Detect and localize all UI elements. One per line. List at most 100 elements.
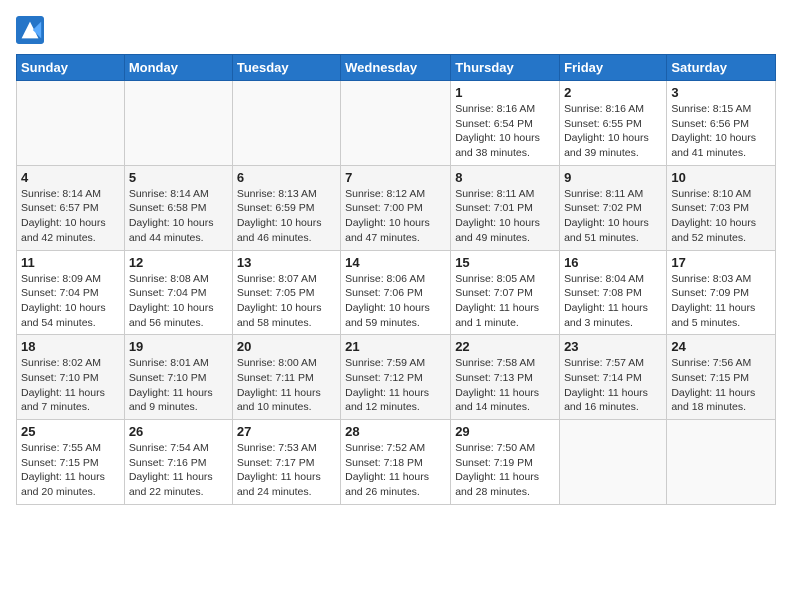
calendar-cell: 25 Sunrise: 7:55 AMSunset: 7:15 PMDayligh…: [17, 420, 125, 505]
day-number: 26: [129, 424, 228, 439]
day-number: 16: [564, 255, 662, 270]
calendar-cell: 28 Sunrise: 7:52 AMSunset: 7:18 PMDayligh…: [341, 420, 451, 505]
day-info: Sunrise: 8:13 AMSunset: 6:59 PMDaylight:…: [237, 187, 336, 246]
calendar-cell: 8 Sunrise: 8:11 AMSunset: 7:01 PMDaylight…: [451, 165, 560, 250]
calendar-cell: [667, 420, 776, 505]
day-number: 21: [345, 339, 446, 354]
calendar-cell: 5 Sunrise: 8:14 AMSunset: 6:58 PMDaylight…: [124, 165, 232, 250]
weekday-header-thursday: Thursday: [451, 55, 560, 81]
day-info: Sunrise: 7:59 AMSunset: 7:12 PMDaylight:…: [345, 356, 446, 415]
day-info: Sunrise: 8:10 AMSunset: 7:03 PMDaylight:…: [671, 187, 771, 246]
day-number: 25: [21, 424, 120, 439]
calendar-cell: 6 Sunrise: 8:13 AMSunset: 6:59 PMDaylight…: [232, 165, 340, 250]
day-info: Sunrise: 8:09 AMSunset: 7:04 PMDaylight:…: [21, 272, 120, 331]
calendar-cell: 19Sunrise: 8:01 AMSunset: 7:10 PMDayligh…: [124, 335, 232, 420]
calendar-cell: 27 Sunrise: 7:53 AMSunset: 7:17 PMDayligh…: [232, 420, 340, 505]
calendar-cell: 24 Sunrise: 7:56 AMSunset: 7:15 PMDayligh…: [667, 335, 776, 420]
calendar-cell: 10Sunrise: 8:10 AMSunset: 7:03 PMDayligh…: [667, 165, 776, 250]
calendar-cell: [124, 81, 232, 166]
day-number: 11: [21, 255, 120, 270]
calendar-cell: 22 Sunrise: 7:58 AMSunset: 7:13 PMDayligh…: [451, 335, 560, 420]
day-info: Sunrise: 8:11 AMSunset: 7:01 PMDaylight:…: [455, 187, 555, 246]
day-info: Sunrise: 7:50 AMSunset: 7:19 PMDaylight:…: [455, 441, 555, 500]
day-info: Sunrise: 8:14 AMSunset: 6:57 PMDaylight:…: [21, 187, 120, 246]
day-number: 3: [671, 85, 771, 100]
day-number: 9: [564, 170, 662, 185]
day-info: Sunrise: 7:57 AMSunset: 7:14 PMDaylight:…: [564, 356, 662, 415]
calendar-week-row: 4 Sunrise: 8:14 AMSunset: 6:57 PMDaylight…: [17, 165, 776, 250]
day-number: 29: [455, 424, 555, 439]
calendar-week-row: 1 Sunrise: 8:16 AMSunset: 6:54 PMDaylight…: [17, 81, 776, 166]
day-number: 17: [671, 255, 771, 270]
day-info: Sunrise: 7:53 AMSunset: 7:17 PMDaylight:…: [237, 441, 336, 500]
day-info: Sunrise: 8:07 AMSunset: 7:05 PMDaylight:…: [237, 272, 336, 331]
day-number: 14: [345, 255, 446, 270]
day-number: 5: [129, 170, 228, 185]
calendar-cell: [17, 81, 125, 166]
day-info: Sunrise: 8:03 AMSunset: 7:09 PMDaylight:…: [671, 272, 771, 331]
day-info: Sunrise: 8:16 AMSunset: 6:55 PMDaylight:…: [564, 102, 662, 161]
day-number: 20: [237, 339, 336, 354]
calendar-week-row: 11 Sunrise: 8:09 AMSunset: 7:04 PMDayligh…: [17, 250, 776, 335]
weekday-header-friday: Friday: [560, 55, 667, 81]
calendar-table: SundayMondayTuesdayWednesdayThursdayFrid…: [16, 54, 776, 505]
calendar-cell: 26 Sunrise: 7:54 AMSunset: 7:16 PMDayligh…: [124, 420, 232, 505]
calendar-cell: 16 Sunrise: 8:04 AMSunset: 7:08 PMDayligh…: [560, 250, 667, 335]
day-number: 4: [21, 170, 120, 185]
weekday-header-saturday: Saturday: [667, 55, 776, 81]
day-info: Sunrise: 8:02 AMSunset: 7:10 PMDaylight:…: [21, 356, 120, 415]
day-number: 13: [237, 255, 336, 270]
logo-icon: [16, 16, 44, 44]
day-info: Sunrise: 8:08 AMSunset: 7:04 PMDaylight:…: [129, 272, 228, 331]
day-number: 8: [455, 170, 555, 185]
weekday-header-tuesday: Tuesday: [232, 55, 340, 81]
day-number: 6: [237, 170, 336, 185]
calendar-cell: [560, 420, 667, 505]
day-info: Sunrise: 8:04 AMSunset: 7:08 PMDaylight:…: [564, 272, 662, 331]
day-info: Sunrise: 7:56 AMSunset: 7:15 PMDaylight:…: [671, 356, 771, 415]
calendar-cell: 14 Sunrise: 8:06 AMSunset: 7:06 PMDayligh…: [341, 250, 451, 335]
day-number: 19: [129, 339, 228, 354]
day-number: 22: [455, 339, 555, 354]
calendar-week-row: 25 Sunrise: 7:55 AMSunset: 7:15 PMDayligh…: [17, 420, 776, 505]
day-number: 15: [455, 255, 555, 270]
day-number: 2: [564, 85, 662, 100]
weekday-header-wednesday: Wednesday: [341, 55, 451, 81]
day-info: Sunrise: 7:54 AMSunset: 7:16 PMDaylight:…: [129, 441, 228, 500]
calendar-cell: 21 Sunrise: 7:59 AMSunset: 7:12 PMDayligh…: [341, 335, 451, 420]
day-number: 23: [564, 339, 662, 354]
day-number: 24: [671, 339, 771, 354]
day-number: 12: [129, 255, 228, 270]
weekday-header-sunday: Sunday: [17, 55, 125, 81]
calendar-cell: 3 Sunrise: 8:15 AMSunset: 6:56 PMDaylight…: [667, 81, 776, 166]
day-info: Sunrise: 7:55 AMSunset: 7:15 PMDaylight:…: [21, 441, 120, 500]
day-info: Sunrise: 8:16 AMSunset: 6:54 PMDaylight:…: [455, 102, 555, 161]
calendar-cell: 17 Sunrise: 8:03 AMSunset: 7:09 PMDayligh…: [667, 250, 776, 335]
calendar-cell: 23 Sunrise: 7:57 AMSunset: 7:14 PMDayligh…: [560, 335, 667, 420]
day-info: Sunrise: 8:00 AMSunset: 7:11 PMDaylight:…: [237, 356, 336, 415]
day-info: Sunrise: 8:06 AMSunset: 7:06 PMDaylight:…: [345, 272, 446, 331]
weekday-header-monday: Monday: [124, 55, 232, 81]
day-info: Sunrise: 8:15 AMSunset: 6:56 PMDaylight:…: [671, 102, 771, 161]
day-info: Sunrise: 7:58 AMSunset: 7:13 PMDaylight:…: [455, 356, 555, 415]
day-number: 18: [21, 339, 120, 354]
page-header: [16, 16, 776, 44]
calendar-cell: 15Sunrise: 8:05 AMSunset: 7:07 PMDayligh…: [451, 250, 560, 335]
calendar-cell: 20 Sunrise: 8:00 AMSunset: 7:11 PMDayligh…: [232, 335, 340, 420]
day-number: 27: [237, 424, 336, 439]
day-info: Sunrise: 8:14 AMSunset: 6:58 PMDaylight:…: [129, 187, 228, 246]
calendar-cell: 18 Sunrise: 8:02 AMSunset: 7:10 PMDayligh…: [17, 335, 125, 420]
calendar-cell: 12 Sunrise: 8:08 AMSunset: 7:04 PMDayligh…: [124, 250, 232, 335]
day-number: 1: [455, 85, 555, 100]
day-info: Sunrise: 8:12 AMSunset: 7:00 PMDaylight:…: [345, 187, 446, 246]
day-info: Sunrise: 8:11 AMSunset: 7:02 PMDaylight:…: [564, 187, 662, 246]
calendar-cell: 1 Sunrise: 8:16 AMSunset: 6:54 PMDaylight…: [451, 81, 560, 166]
calendar-cell: 13 Sunrise: 8:07 AMSunset: 7:05 PMDayligh…: [232, 250, 340, 335]
day-number: 28: [345, 424, 446, 439]
calendar-cell: 29 Sunrise: 7:50 AMSunset: 7:19 PMDayligh…: [451, 420, 560, 505]
calendar-cell: 7Sunrise: 8:12 AMSunset: 7:00 PMDaylight…: [341, 165, 451, 250]
calendar-cell: [232, 81, 340, 166]
day-info: Sunrise: 7:52 AMSunset: 7:18 PMDaylight:…: [345, 441, 446, 500]
logo: [16, 16, 48, 44]
calendar-cell: 11 Sunrise: 8:09 AMSunset: 7:04 PMDayligh…: [17, 250, 125, 335]
